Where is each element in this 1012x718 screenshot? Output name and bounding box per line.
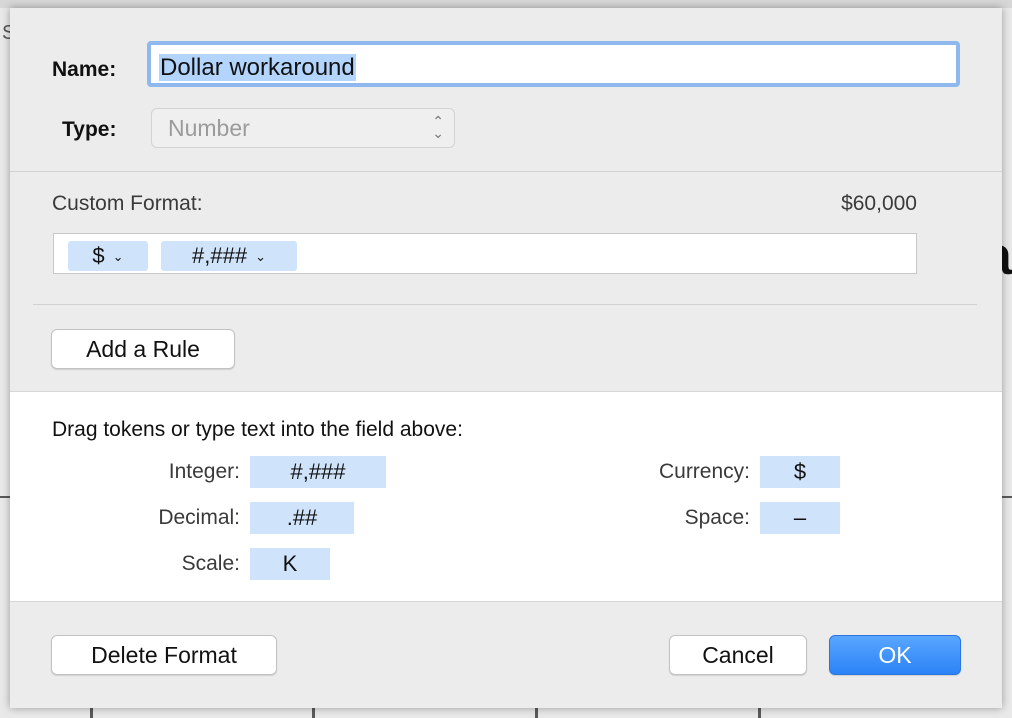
divider: [10, 171, 1002, 172]
format-token-integer[interactable]: #,### ⌄: [161, 241, 297, 271]
ok-button[interactable]: OK: [829, 635, 961, 675]
palette-hint: Drag tokens or type text into the field …: [52, 418, 463, 441]
name-input[interactable]: Dollar workaround: [147, 41, 960, 87]
currency-label: Currency:: [658, 460, 750, 483]
integer-label: Integer:: [168, 460, 240, 483]
custom-format-dialog: Name: Dollar workaround Type: Number ⌃ ⌄ …: [10, 8, 1002, 708]
up-down-chevron-icon: ⌃ ⌄: [432, 113, 444, 141]
space-label: Space:: [684, 506, 750, 529]
space-token[interactable]: –: [760, 502, 840, 534]
token-palette: Drag tokens or type text into the field …: [10, 391, 1002, 602]
integer-token[interactable]: #,###: [250, 456, 386, 488]
decimal-token[interactable]: .##: [250, 502, 354, 534]
divider: [33, 304, 977, 305]
add-rule-button[interactable]: Add a Rule: [51, 329, 235, 369]
name-label: Name:: [52, 58, 117, 81]
type-label: Type:: [62, 118, 117, 141]
scale-label: Scale:: [181, 552, 240, 575]
type-select-value: Number: [168, 115, 250, 141]
decimal-label: Decimal:: [158, 506, 240, 529]
scale-token[interactable]: K: [250, 548, 330, 580]
format-token-label: #,###: [192, 243, 248, 268]
chevron-down-icon: ⌄: [112, 249, 124, 265]
type-select[interactable]: Number ⌃ ⌄: [151, 108, 455, 148]
cancel-button[interactable]: Cancel: [669, 635, 807, 675]
chevron-down-icon: ⌄: [255, 249, 266, 265]
format-token-currency[interactable]: $ ⌄: [68, 241, 148, 271]
format-token-label: $: [92, 243, 105, 268]
background-toolbar: [0, 0, 1012, 8]
custom-format-label: Custom Format:: [52, 192, 203, 215]
currency-token[interactable]: $: [760, 456, 840, 488]
format-preview: $60,000: [841, 192, 917, 215]
format-field[interactable]: $ ⌄ #,### ⌄: [53, 233, 917, 274]
delete-format-button[interactable]: Delete Format: [51, 635, 277, 675]
name-input-value: Dollar workaround: [159, 54, 356, 81]
